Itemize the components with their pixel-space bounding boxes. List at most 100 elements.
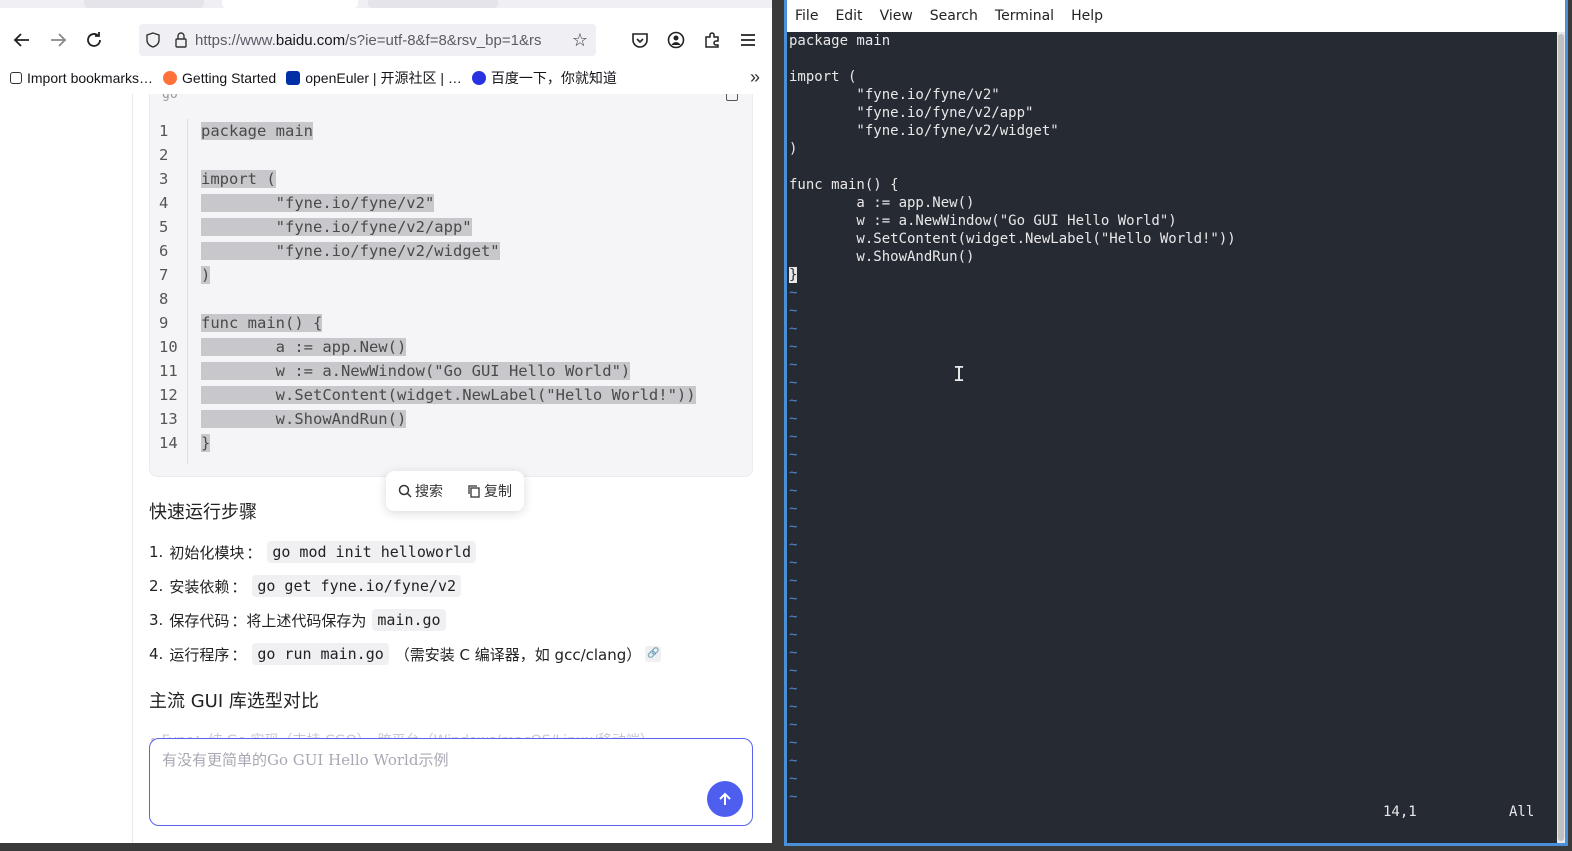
- link-icon[interactable]: 🔗: [645, 646, 662, 662]
- selected-code: "fyne.io/fyne/v2/app": [201, 218, 472, 236]
- line-number: 11: [159, 362, 178, 380]
- vim-line: a := app.New(): [789, 195, 975, 211]
- bookmark-getting-started[interactable]: Getting Started: [163, 70, 276, 86]
- tab-1[interactable]: [84, 0, 204, 8]
- step-colon: ：: [231, 645, 247, 664]
- vim-empty-line-marker: ~: [789, 735, 798, 751]
- line-number: 13: [159, 410, 178, 428]
- menu-edit[interactable]: Edit: [835, 8, 862, 24]
- line-number: 4: [159, 194, 169, 212]
- step-number: 3.: [149, 611, 164, 629]
- menu-terminal[interactable]: Terminal: [995, 8, 1054, 24]
- vim-empty-line-marker: ~: [789, 681, 798, 697]
- code-text: }: [201, 434, 211, 452]
- selected-code: ): [201, 266, 211, 284]
- forward-button[interactable]: [42, 24, 74, 56]
- step-number: 4.: [149, 645, 164, 663]
- vim-empty-line-marker: ~: [789, 483, 798, 499]
- bookmark-star-icon[interactable]: ☆: [572, 30, 588, 51]
- terminal-menubar: File Edit View Search Terminal Help: [787, 0, 1565, 32]
- selected-code: package main: [201, 122, 313, 140]
- line-number: 10: [159, 338, 178, 356]
- bookmark-label: Getting Started: [182, 70, 277, 86]
- sidebar-divider: [132, 94, 133, 843]
- code-text: import (: [201, 170, 276, 188]
- menu-help[interactable]: Help: [1071, 8, 1103, 24]
- vim-empty-line-marker: ~: [789, 357, 798, 373]
- line-number: 14: [159, 434, 178, 452]
- vim-editor[interactable]: package main import ( "fyne.io/fyne/v2" "…: [787, 32, 1565, 843]
- account-button[interactable]: [660, 24, 692, 56]
- code-text: func main() {: [201, 314, 323, 332]
- tab-strip: [0, 0, 772, 8]
- tab-active[interactable]: [222, 0, 358, 8]
- line-number: 8: [159, 290, 169, 308]
- vim-cursor: }: [789, 267, 798, 283]
- scrollbar-thumb[interactable]: [1558, 34, 1564, 841]
- copy-selection-button[interactable]: 复制: [467, 481, 512, 501]
- step-key: 运行程序: [169, 645, 230, 664]
- step-number: 2.: [149, 577, 164, 595]
- bookmark-import[interactable]: Import bookmarks…: [10, 70, 153, 86]
- url-bar[interactable]: https://www.baidu.com/s?ie=utf-8&f=8&rsv…: [139, 24, 596, 56]
- browser-window: https://www.baidu.com/s?ie=utf-8&f=8&rsv…: [0, 0, 772, 843]
- terminal-window: File Edit View Search Terminal Help pack…: [784, 0, 1568, 846]
- vim-line: "fyne.io/fyne/v2": [789, 87, 1000, 103]
- selection-popover: 搜索 复制: [386, 471, 524, 511]
- menu-file[interactable]: File: [795, 8, 818, 24]
- vim-empty-line-marker: ~: [789, 645, 798, 661]
- step-code: go get fyne.io/fyne/v2: [252, 575, 462, 597]
- bookmark-baidu[interactable]: 百度一下，你就知道: [471, 68, 617, 88]
- code-text: w.SetContent(widget.NewLabel("Hello Worl…: [201, 386, 696, 404]
- menu-view[interactable]: View: [880, 8, 913, 24]
- lock-icon[interactable]: [167, 32, 195, 48]
- vim-empty-line-marker: ~: [789, 573, 798, 589]
- selected-code: a := app.New(): [201, 338, 407, 356]
- vim-line: "fyne.io/fyne/v2/widget": [789, 123, 1059, 139]
- menu-button[interactable]: [732, 24, 764, 56]
- bookmarks-overflow-button[interactable]: »: [750, 67, 760, 88]
- extensions-button[interactable]: [696, 24, 728, 56]
- import-icon: [10, 72, 22, 84]
- line-number: 1: [159, 122, 169, 140]
- vim-empty-line-marker: ~: [789, 627, 798, 643]
- copy-icon: [468, 485, 480, 498]
- step-item: 1. 初始化模块 ： go mod init helloworld: [149, 539, 482, 565]
- code-line: 13 w.ShowAndRun(): [150, 407, 407, 431]
- chat-input[interactable]: [162, 751, 702, 769]
- bookmarks-toolbar: Import bookmarks… Getting Started openEu…: [0, 64, 772, 92]
- step-key: 保存代码: [169, 611, 230, 630]
- line-number-divider: [187, 119, 188, 464]
- step-item: 4. 运行程序 ： go run main.go （需安装 C 编译器，如 gc…: [149, 641, 662, 667]
- vim-line: [789, 158, 1236, 176]
- tracking-shield-icon[interactable]: [139, 32, 167, 48]
- code-line: 6 "fyne.io/fyne/v2/widget": [150, 239, 500, 263]
- pocket-button[interactable]: [624, 24, 656, 56]
- account-icon: [667, 31, 685, 49]
- bookmark-label: 百度一下，你就知道: [490, 70, 617, 86]
- line-number: 3: [159, 170, 169, 188]
- back-button[interactable]: [6, 24, 38, 56]
- code-text: a := app.New(): [201, 338, 407, 356]
- vim-empty-line-marker: ~: [789, 699, 798, 715]
- terminal-scrollbar[interactable]: [1557, 32, 1565, 843]
- reload-button[interactable]: [78, 24, 110, 56]
- vim-empty-line-marker: ~: [789, 663, 798, 679]
- search-selection-button[interactable]: 搜索: [398, 481, 443, 501]
- step-code: go run main.go: [252, 643, 389, 665]
- selected-code: "fyne.io/fyne/v2/widget": [201, 242, 500, 260]
- send-button[interactable]: [707, 781, 743, 817]
- tab-3[interactable]: [368, 0, 498, 8]
- steps-heading: 快速运行步骤: [149, 502, 257, 523]
- menu-search[interactable]: Search: [930, 8, 978, 24]
- copy-code-icon[interactable]: [726, 94, 738, 101]
- line-number: 7: [159, 266, 169, 284]
- line-number: 12: [159, 386, 178, 404]
- url-text[interactable]: https://www.baidu.com/s?ie=utf-8&f=8&rsv…: [195, 32, 565, 49]
- code-block: go 1 package main 2 3 import (4 "fyne.io/fyn…: [149, 94, 753, 477]
- vim-empty-line-marker: ~: [789, 519, 798, 535]
- step-code: go mod init helloworld: [267, 541, 477, 563]
- code-line: 9 func main() {: [150, 311, 323, 335]
- bookmark-openeuler[interactable]: openEuler | 开源社区 | …: [286, 68, 462, 88]
- search-icon: [398, 484, 412, 498]
